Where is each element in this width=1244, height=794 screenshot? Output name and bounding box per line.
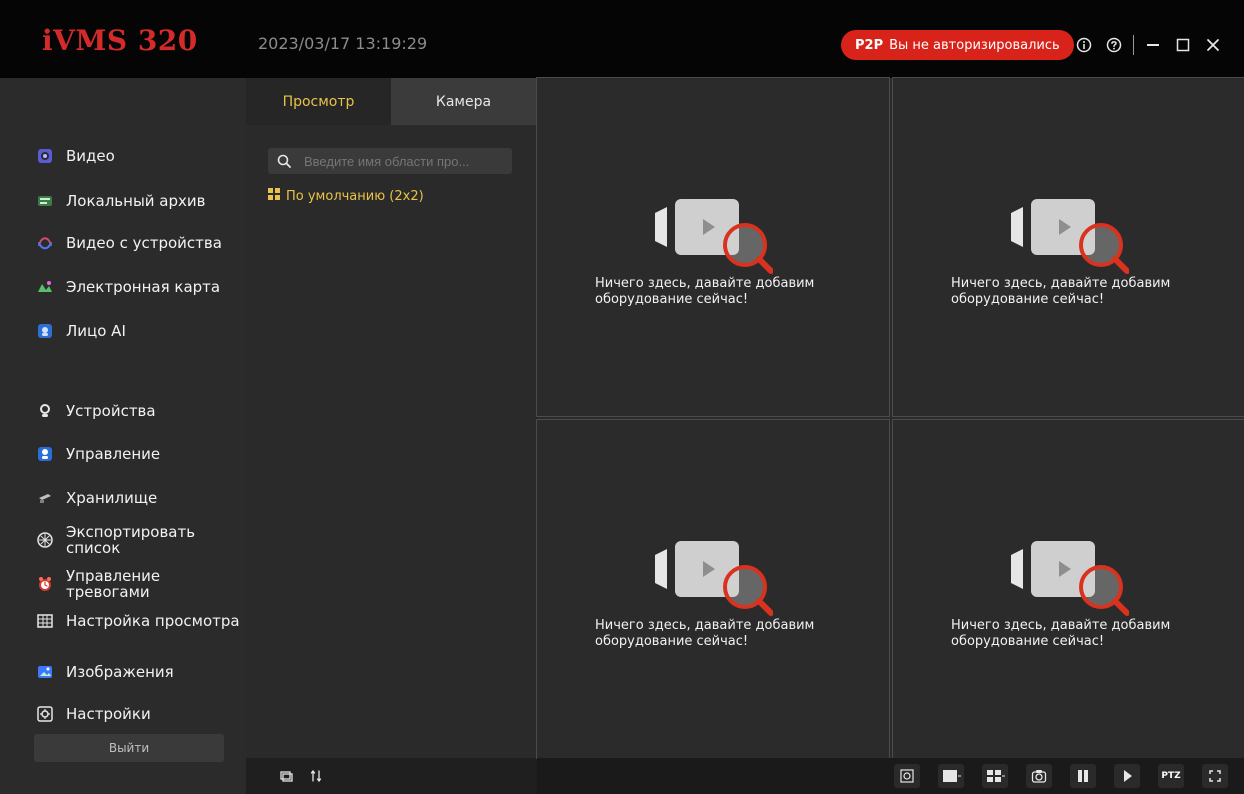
sidebar-item-face-ai[interactable]: Лицо AI xyxy=(36,322,126,340)
logout-button[interactable]: Выйти xyxy=(34,734,224,762)
sidebar-item-label: Электронная карта xyxy=(66,278,221,296)
no-camera-icon xyxy=(1009,189,1130,279)
camera-tile[interactable]: Ничего здесь, давайте добавим оборудован… xyxy=(892,77,1244,417)
p2p-status-button[interactable]: P2P Вы не авторизировались xyxy=(841,30,1074,60)
sidebar-item-label: Экспортировать список xyxy=(66,523,196,557)
sidebar-item-alarm-management[interactable]: Управление тревогами xyxy=(36,568,246,600)
images-icon xyxy=(36,663,54,681)
empty-state: Ничего здесь, давайте добавим оборудован… xyxy=(951,531,1211,651)
sidebar-item-emap[interactable]: Электронная карта xyxy=(36,278,220,296)
face-ai-icon xyxy=(36,322,54,340)
empty-state: Ничего здесь, давайте добавим оборудован… xyxy=(951,189,1211,309)
sidebar-item-label: Управление xyxy=(66,445,161,463)
sidebar-item-settings[interactable]: Настройки xyxy=(36,705,151,723)
empty-message: Ничего здесь, давайте добавим оборудован… xyxy=(595,276,815,307)
ptz-icon[interactable]: PTZ xyxy=(1158,764,1184,788)
sidebar-item-label: Локальный архив xyxy=(66,192,206,210)
bottom-right-toolbar: PTZ xyxy=(537,758,1244,794)
panel-tabs: Просмотр Камера xyxy=(246,78,536,125)
no-camera-icon xyxy=(653,531,774,621)
sidebar-item-label: Управление тревогами xyxy=(66,567,161,601)
grid-icon xyxy=(268,188,280,204)
p2p-status-text: Вы не авторизировались xyxy=(889,37,1060,53)
management-icon xyxy=(36,445,54,463)
local-archive-icon xyxy=(36,192,54,210)
sidebar-item-label: Видео с устройства xyxy=(66,234,222,252)
sidebar-item-images[interactable]: Изображения xyxy=(36,663,174,681)
sidebar-item-label: Устройства xyxy=(66,402,156,420)
sort-icon[interactable] xyxy=(308,768,324,784)
camera-tile[interactable]: Ничего здесь, давайте добавим оборудован… xyxy=(536,77,890,417)
empty-state: Ничего здесь, давайте добавим оборудован… xyxy=(595,531,855,651)
export-list-icon xyxy=(36,531,54,549)
toolbar-separator xyxy=(1133,35,1134,55)
view-layout-label: По умолчанию (2x2) xyxy=(286,188,424,204)
sidebar-item-label: Настройка просмотра xyxy=(66,612,240,630)
window-icon[interactable] xyxy=(278,768,294,784)
view-layout-default[interactable]: По умолчанию (2x2) xyxy=(268,188,424,204)
sidebar-item-management[interactable]: Управление xyxy=(36,445,160,463)
app-logo: iVMS 320 xyxy=(42,24,198,57)
maximize-icon[interactable] xyxy=(1172,34,1194,56)
no-camera-icon xyxy=(653,189,774,279)
camera-switch-icon[interactable] xyxy=(894,764,920,788)
devices-icon xyxy=(36,402,54,420)
view-panel: Просмотр Камера По умолчанию xyxy=(246,78,537,758)
tab-camera[interactable]: Камера xyxy=(391,78,536,125)
window-controls xyxy=(1073,30,1224,60)
sidebar-item-view-settings[interactable]: Настройка просмотра xyxy=(36,612,240,630)
sidebar-item-local-archive[interactable]: Локальный архив xyxy=(36,192,205,210)
device-video-icon xyxy=(36,234,54,252)
empty-message: Ничего здесь, давайте добавим оборудован… xyxy=(595,618,815,649)
title-bar: iVMS 320 2023/03/17 13:19:29 P2P Вы не а… xyxy=(0,0,1244,78)
sidebar-item-video[interactable]: Видео xyxy=(36,147,115,165)
layout-icon[interactable] xyxy=(982,764,1008,788)
fullscreen-icon[interactable] xyxy=(1202,764,1228,788)
sidebar-item-label: Видео xyxy=(66,147,115,165)
minimize-icon[interactable] xyxy=(1142,34,1164,56)
bottom-left-toolbar xyxy=(246,758,536,794)
emap-icon xyxy=(36,278,54,296)
tab-view[interactable]: Просмотр xyxy=(246,78,391,125)
sidebar-item-device-video[interactable]: Видео с устройства xyxy=(36,234,222,252)
sidebar-item-storage[interactable]: Хранилище xyxy=(36,489,157,507)
sidebar-item-label: Хранилище xyxy=(66,489,158,507)
storage-icon xyxy=(36,489,54,507)
app-window: iVMS 320 2023/03/17 13:19:29 P2P Вы не а… xyxy=(0,0,1244,794)
alarm-management-icon xyxy=(36,575,54,593)
ptz-label: PTZ xyxy=(1161,771,1181,781)
sidebar-item-label: Лицо AI xyxy=(66,322,126,340)
view-settings-icon xyxy=(36,612,54,630)
p2p-badge: P2P xyxy=(855,37,884,53)
empty-state: Ничего здесь, давайте добавим оборудован… xyxy=(595,189,855,309)
single-view-icon[interactable] xyxy=(938,764,964,788)
datetime: 2023/03/17 13:19:29 xyxy=(258,34,428,53)
sidebar-item-label: Изображения xyxy=(66,663,174,681)
camera-grid: Ничего здесь, давайте добавим оборудован… xyxy=(536,77,1244,759)
help-icon[interactable] xyxy=(1103,34,1125,56)
sidebar-item-devices[interactable]: Устройства xyxy=(36,402,156,420)
search-input[interactable] xyxy=(302,152,504,170)
sidebar-item-export-list[interactable]: Экспортировать список xyxy=(36,524,246,556)
empty-message: Ничего здесь, давайте добавим оборудован… xyxy=(951,276,1171,307)
video-icon xyxy=(36,147,54,165)
settings-icon xyxy=(36,705,54,723)
camera-tile[interactable]: Ничего здесь, давайте добавим оборудован… xyxy=(892,419,1244,759)
search-box xyxy=(268,148,512,174)
no-camera-icon xyxy=(1009,531,1130,621)
sidebar: Видео Локальный архив Видео с устройства xyxy=(0,78,246,794)
info-icon[interactable] xyxy=(1073,34,1095,56)
pause-icon[interactable] xyxy=(1070,764,1096,788)
snapshot-icon[interactable] xyxy=(1026,764,1052,788)
search-icon xyxy=(276,153,292,169)
empty-message: Ничего здесь, давайте добавим оборудован… xyxy=(951,618,1171,649)
camera-tile[interactable]: Ничего здесь, давайте добавим оборудован… xyxy=(536,419,890,759)
playback-controls: PTZ xyxy=(894,764,1228,788)
sidebar-item-label: Настройки xyxy=(66,705,151,723)
play-icon[interactable] xyxy=(1114,764,1140,788)
close-icon[interactable] xyxy=(1202,34,1224,56)
